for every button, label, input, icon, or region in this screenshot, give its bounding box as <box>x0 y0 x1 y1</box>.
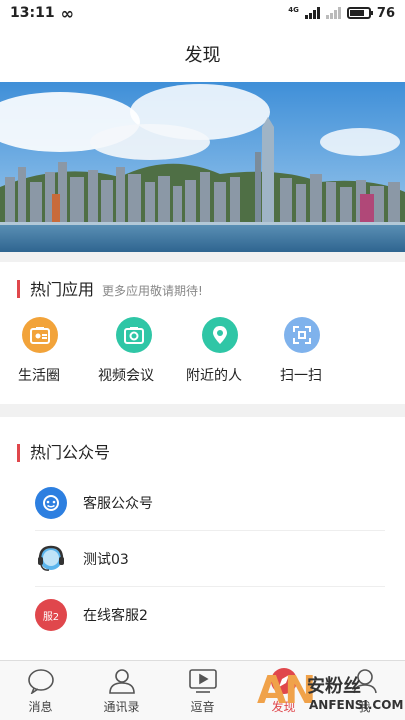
app-life-circle[interactable]: 生活圈 <box>18 317 98 385</box>
hot-apps-section: 热门应用 更多应用敬请期待! 生活圈 视频会议 附近的人 扫一扫 <box>0 262 405 404</box>
signal-icon <box>304 7 320 19</box>
scan-icon <box>284 317 320 353</box>
tab-messages[interactable]: 消息 <box>0 661 81 720</box>
battery-percent: 76 <box>376 5 395 21</box>
battery-icon <box>346 7 373 19</box>
app-label: 生活圈 <box>18 368 60 384</box>
section-accent-bar <box>17 280 20 298</box>
nearby-people-icon <box>202 317 238 353</box>
signal-secondary-icon <box>325 7 341 19</box>
watermark-mark: AN <box>257 668 316 712</box>
hot-apps-title: 热门应用 <box>30 280 95 299</box>
hot-apps-grid: 生活圈 视频会议 附近的人 扫一扫 <box>0 317 405 385</box>
hot-accounts-header: 热门公众号 <box>0 417 405 467</box>
watermark-logo: AN 安粉丝 ANFENSI.COM <box>257 668 403 718</box>
customer-service-avatar <box>35 487 67 519</box>
video-icon <box>188 667 218 695</box>
status-time: 13:11 <box>10 5 55 21</box>
headset-avatar <box>35 543 67 575</box>
watermark-cn: 安粉丝 <box>307 676 361 697</box>
status-bar: 13:11 ∞ 4G 76 <box>0 0 405 26</box>
account-item[interactable]: 测试03 <box>0 531 405 587</box>
online-service-avatar: 服2 <box>35 599 67 631</box>
app-label: 附近的人 <box>186 368 242 384</box>
app-nearby-people[interactable]: 附近的人 <box>178 317 258 385</box>
hot-apps-header: 热门应用 更多应用敬请期待! <box>0 262 405 302</box>
account-name: 测试03 <box>83 552 129 568</box>
tab-label: 逗音 <box>190 700 215 714</box>
city-skyline-illustration <box>0 82 405 252</box>
video-meeting-icon <box>116 317 152 353</box>
hot-accounts-section: 热门公众号 客服公众号 测试03 服2 在线客服2 <box>0 417 405 660</box>
network-label: 4G <box>288 5 299 14</box>
hot-apps-subtitle: 更多应用敬请期待! <box>102 284 203 298</box>
account-item[interactable]: 服2 在线客服2 <box>0 587 405 643</box>
tab-label: 消息 <box>28 700 53 714</box>
contacts-icon <box>108 667 136 695</box>
message-icon <box>27 667 55 695</box>
app-label: 视频会议 <box>98 368 154 384</box>
section-accent-bar <box>17 444 20 462</box>
infinity-icon: ∞ <box>60 3 74 23</box>
app-label: 扫一扫 <box>280 368 322 384</box>
tab-video[interactable]: 逗音 <box>162 661 243 720</box>
tab-label: 通讯录 <box>103 700 140 714</box>
page-header: 发现 <box>0 26 405 82</box>
watermark-en: ANFENSI.COM <box>309 698 404 712</box>
account-list: 客服公众号 测试03 服2 在线客服2 <box>0 475 405 643</box>
account-name: 在线客服2 <box>83 608 148 624</box>
account-name: 客服公众号 <box>83 496 153 512</box>
account-item[interactable]: 客服公众号 <box>0 475 405 531</box>
hot-accounts-title: 热门公众号 <box>30 443 111 462</box>
app-video-meeting[interactable]: 视频会议 <box>98 317 178 385</box>
page-title: 发现 <box>184 45 221 66</box>
tab-contacts[interactable]: 通讯录 <box>81 661 162 720</box>
life-circle-icon <box>22 317 58 353</box>
banner-image[interactable] <box>0 82 405 252</box>
app-scan[interactable]: 扫一扫 <box>258 317 338 385</box>
